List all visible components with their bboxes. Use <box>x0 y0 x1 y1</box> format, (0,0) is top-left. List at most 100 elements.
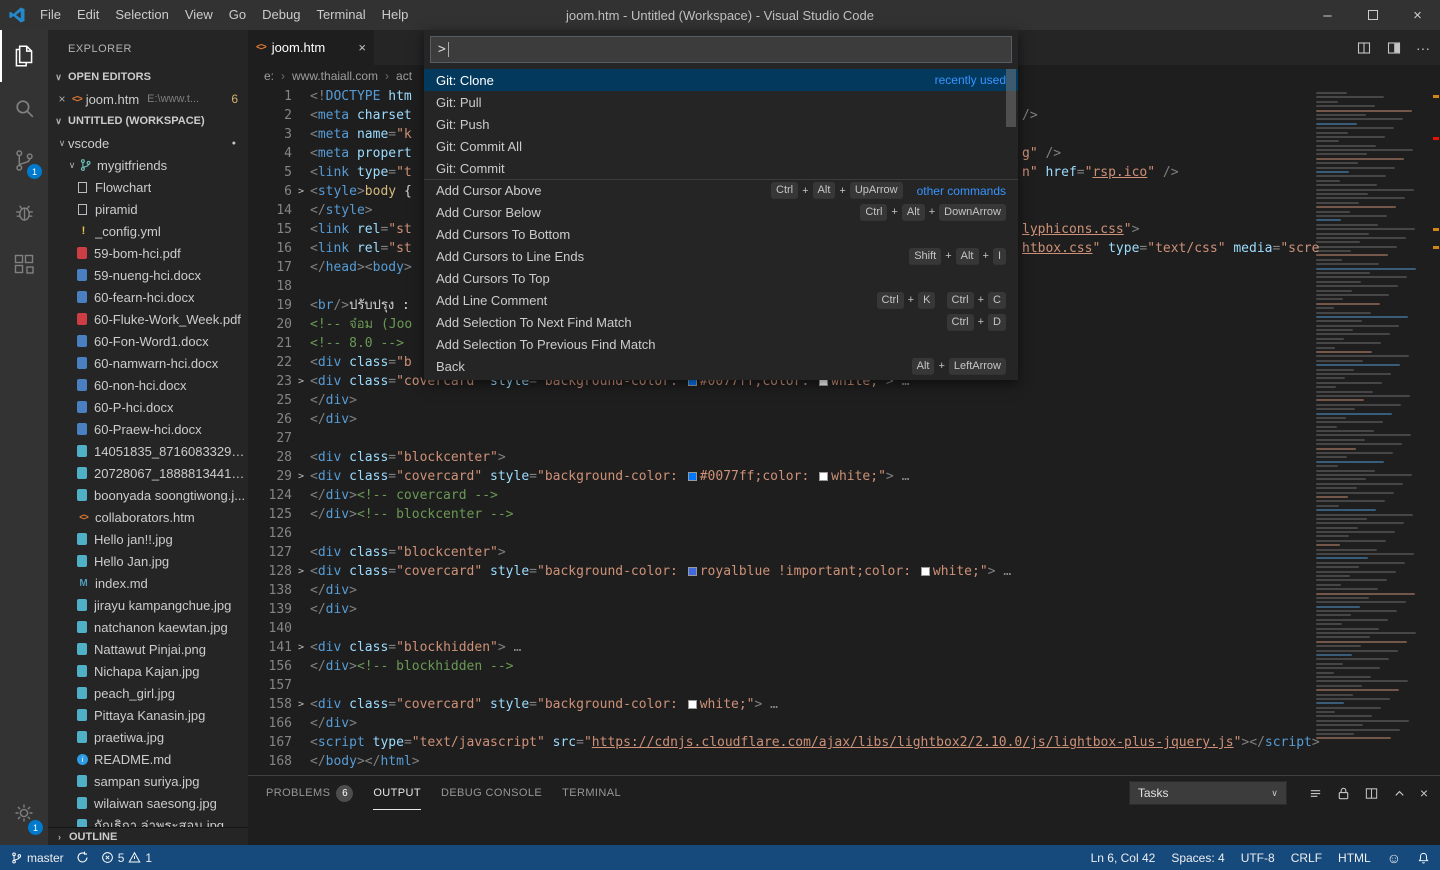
tab-debug-console[interactable]: DEBUG CONSOLE <box>441 776 542 810</box>
clear-output-icon[interactable] <box>1308 786 1323 801</box>
tree-item[interactable]: Hello Jan.jpg <box>48 550 248 572</box>
tree-item[interactable]: natchanon kaewtan.jpg <box>48 616 248 638</box>
palette-item[interactable]: Add Cursors to Line EndsShift+Alt+I <box>424 245 1018 267</box>
tree-item[interactable]: 20728067_18888134413... <box>48 462 248 484</box>
menu-selection[interactable]: Selection <box>107 0 176 30</box>
tree-item[interactable]: jirayu kampangchue.jpg <box>48 594 248 616</box>
code-line[interactable]: 124</div><!-- covercard --> <box>248 486 1440 505</box>
tree-item[interactable]: 59-bom-hci.pdf <box>48 242 248 264</box>
tree-item[interactable]: praetiwa.jpg <box>48 726 248 748</box>
code-line[interactable]: 25</div> <box>248 391 1440 410</box>
code-line[interactable]: 158><div class="covercard" style="backgr… <box>248 695 1440 714</box>
tree-item[interactable]: Flowchart <box>48 176 248 198</box>
open-editor-item[interactable]: × <> joom.htm E:\www.t... 6 <box>48 88 248 110</box>
minimap[interactable] <box>1312 87 1432 775</box>
tree-item[interactable]: Hello jan!!.jpg <box>48 528 248 550</box>
code-line[interactable]: 26</div> <box>248 410 1440 429</box>
activity-debug[interactable] <box>0 186 48 238</box>
tree-item[interactable]: ∨mygitfriends <box>48 154 248 176</box>
status-item[interactable]: UTF-8 <box>1241 851 1275 865</box>
palette-item[interactable]: Add Cursors To Bottom <box>424 223 1018 245</box>
tree-item[interactable]: <>collaborators.htm <box>48 506 248 528</box>
breadcrumb-item[interactable]: www.thaiall.com <box>292 69 378 83</box>
menu-file[interactable]: File <box>32 0 69 30</box>
code-line[interactable]: 128><div class="covercard" style="backgr… <box>248 562 1440 581</box>
menu-terminal[interactable]: Terminal <box>308 0 373 30</box>
palette-item[interactable]: BackAlt+LeftArrow <box>424 355 1018 377</box>
palette-item[interactable]: Git: Commit <box>424 157 1018 179</box>
palette-item[interactable]: Add Cursors To Top <box>424 267 1018 289</box>
tree-item[interactable]: wilaiwan saesong.jpg <box>48 792 248 814</box>
more-actions-icon[interactable]: ··· <box>1416 40 1430 56</box>
activity-extensions[interactable] <box>0 238 48 290</box>
tree-item[interactable]: 60-Praew-hci.docx <box>48 418 248 440</box>
tree-item[interactable]: 60-fearn-hci.docx <box>48 286 248 308</box>
tree-item[interactable]: 60-namwarn-hci.docx <box>48 352 248 374</box>
outline-section[interactable]: › OUTLINE <box>48 827 248 845</box>
status-item[interactable]: Ln 6, Col 42 <box>1091 851 1156 865</box>
tab-output[interactable]: OUTPUT <box>373 776 421 810</box>
palette-item[interactable]: Add Cursor AboveCtrl+Alt+UpArrowother co… <box>424 179 1018 201</box>
tree-item[interactable]: !_config.yml <box>48 220 248 242</box>
code-line[interactable]: 139</div> <box>248 600 1440 619</box>
palette-item[interactable]: Git: Push <box>424 113 1018 135</box>
problems-status[interactable]: 5 1 <box>101 851 152 865</box>
code-line[interactable]: 141><div class="blockhidden"> … <box>248 638 1440 657</box>
code-line[interactable]: 138</div> <box>248 581 1440 600</box>
code-line[interactable]: 125</div><!-- blockcenter --> <box>248 505 1440 524</box>
status-item[interactable]: Spaces: 4 <box>1171 851 1224 865</box>
tree-item[interactable]: 60-non-hci.docx <box>48 374 248 396</box>
code-line[interactable]: 168</body></html> <box>248 752 1440 771</box>
status-item[interactable]: HTML <box>1338 851 1371 865</box>
code-line[interactable]: 127<div class="blockcenter"> <box>248 543 1440 562</box>
menu-debug[interactable]: Debug <box>254 0 308 30</box>
status-item[interactable]: CRLF <box>1291 851 1322 865</box>
tree-item[interactable]: Pittaya Kanasin.jpg <box>48 704 248 726</box>
tab-problems[interactable]: PROBLEMS 6 <box>266 776 353 810</box>
tree-item[interactable]: 60-Fon-Word1.docx <box>48 330 248 352</box>
breadcrumb-item[interactable]: act <box>396 69 412 83</box>
menu-help[interactable]: Help <box>374 0 417 30</box>
palette-item[interactable]: Add Selection To Previous Find Match <box>424 333 1018 355</box>
tree-item[interactable]: Nattawut Pinjai.png <box>48 638 248 660</box>
tree-item[interactable]: 14051835_87160833298... <box>48 440 248 462</box>
activity-explorer[interactable] <box>0 30 48 82</box>
lock-scroll-icon[interactable] <box>1336 786 1351 801</box>
close-icon[interactable]: × <box>358 40 366 55</box>
code-line[interactable]: 126 <box>248 524 1440 543</box>
output-channel-select[interactable]: Tasks ∨ <box>1129 781 1287 805</box>
command-input[interactable]: > <box>430 36 1012 63</box>
code-line[interactable]: 140 <box>248 619 1440 638</box>
tree-item[interactable]: Mindex.md <box>48 572 248 594</box>
tree-item[interactable]: 59-nueng-hci.docx <box>48 264 248 286</box>
menu-go[interactable]: Go <box>221 0 254 30</box>
notifications-bell-icon[interactable] <box>1417 851 1430 865</box>
tree-item[interactable]: peach_girl.jpg <box>48 682 248 704</box>
workspace-header[interactable]: ∨ UNTITLED (WORKSPACE) <box>48 110 248 132</box>
close-button[interactable]: × <box>1395 0 1440 30</box>
tree-item[interactable]: boonyada soongtiwong.j... <box>48 484 248 506</box>
palette-item[interactable]: Add Line CommentCtrl+K Ctrl+C <box>424 289 1018 311</box>
tree-item[interactable]: sampan suriya.jpg <box>48 770 248 792</box>
code-line[interactable]: 157 <box>248 676 1440 695</box>
tab-joom-htm[interactable]: <> joom.htm × <box>248 30 374 65</box>
tree-item[interactable]: iREADME.md <box>48 748 248 770</box>
activity-source-control[interactable]: 1 <box>0 134 48 186</box>
menu-edit[interactable]: Edit <box>69 0 107 30</box>
code-line[interactable]: 28<div class="blockcenter"> <box>248 448 1440 467</box>
code-line[interactable]: 167<script type="text/javascript" src="h… <box>248 733 1440 752</box>
menu-view[interactable]: View <box>177 0 221 30</box>
palette-item[interactable]: Add Cursor BelowCtrl+Alt+DownArrow <box>424 201 1018 223</box>
maximize-button[interactable] <box>1350 0 1395 30</box>
tab-terminal[interactable]: TERMINAL <box>562 776 621 810</box>
code-line[interactable]: 27 <box>248 429 1440 448</box>
tree-item[interactable]: ∨vscode● <box>48 132 248 154</box>
open-editors-header[interactable]: ∨ OPEN EDITORS <box>48 66 248 88</box>
close-panel-icon[interactable]: × <box>1420 785 1428 801</box>
close-icon[interactable]: × <box>56 92 68 106</box>
code-line[interactable]: 29><div class="covercard" style="backgro… <box>248 467 1440 486</box>
palette-scrollbar[interactable] <box>1006 69 1016 127</box>
activity-settings[interactable]: 1 <box>0 787 48 839</box>
breadcrumb-item[interactable]: e: <box>264 69 274 83</box>
git-branch-status[interactable]: master <box>10 851 64 865</box>
